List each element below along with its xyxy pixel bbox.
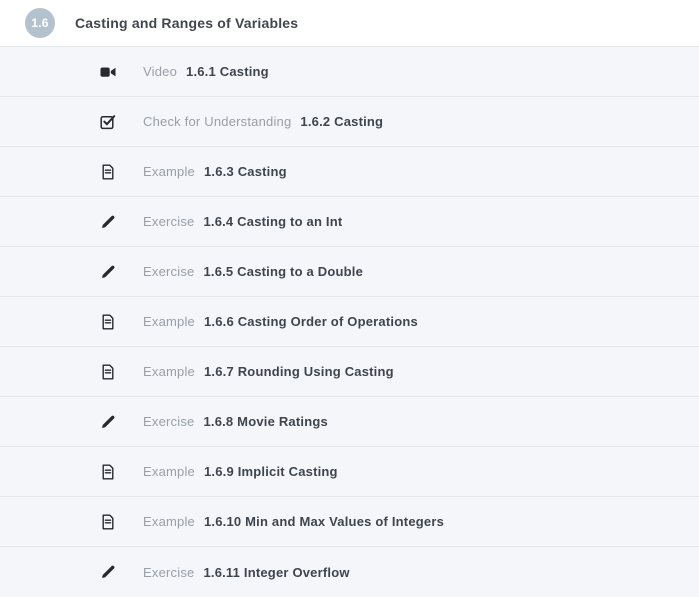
item-title-link[interactable]: 1.6.1 Casting (186, 64, 269, 79)
document-icon (100, 314, 116, 330)
section-title: Casting and Ranges of Variables (75, 15, 298, 31)
item-type-label: Check for Understanding (143, 114, 291, 129)
item-type-label: Video (143, 64, 177, 79)
curriculum-section: 1.6 Casting and Ranges of Variables Vide… (0, 0, 699, 592)
item-title-link[interactable]: 1.6.5 Casting to a Double (203, 264, 363, 279)
pencil-icon (100, 264, 116, 280)
document-icon (100, 364, 116, 380)
lesson-item-row[interactable]: Example 1.6.10 Min and Max Values of Int… (0, 497, 699, 547)
item-title-link[interactable]: 1.6.11 Integer Overflow (203, 565, 349, 580)
item-title-link[interactable]: 1.6.8 Movie Ratings (203, 414, 327, 429)
item-title-link[interactable]: 1.6.6 Casting Order of Operations (204, 314, 418, 329)
section-number-badge: 1.6 (25, 8, 55, 38)
item-type-label: Exercise (143, 565, 194, 580)
item-type-label: Example (143, 514, 195, 529)
item-type-label: Example (143, 314, 195, 329)
lesson-item-row[interactable]: Example 1.6.6 Casting Order of Operation… (0, 297, 699, 347)
pencil-icon (100, 414, 116, 430)
item-type-label: Exercise (143, 264, 194, 279)
item-title-link[interactable]: 1.6.10 Min and Max Values of Integers (204, 514, 444, 529)
item-type-label: Example (143, 164, 195, 179)
item-title-link[interactable]: 1.6.2 Casting (300, 114, 383, 129)
document-icon (100, 514, 116, 530)
lesson-item-row[interactable]: Example 1.6.9 Implicit Casting (0, 447, 699, 497)
item-title-link[interactable]: 1.6.7 Rounding Using Casting (204, 364, 394, 379)
lesson-item-row[interactable]: Exercise 1.6.11 Integer Overflow (0, 547, 699, 597)
document-icon (100, 464, 116, 480)
item-title-link[interactable]: 1.6.3 Casting (204, 164, 287, 179)
lesson-item-row[interactable]: Exercise 1.6.5 Casting to a Double (0, 247, 699, 297)
checkbox-check-icon (100, 114, 116, 130)
item-title-link[interactable]: 1.6.4 Casting to an Int (203, 214, 342, 229)
section-header: 1.6 Casting and Ranges of Variables (0, 0, 699, 47)
lesson-item-row[interactable]: Example 1.6.7 Rounding Using Casting (0, 347, 699, 397)
lesson-item-row[interactable]: Check for Understanding 1.6.2 Casting (0, 97, 699, 147)
video-icon (100, 64, 116, 80)
pencil-icon (100, 214, 116, 230)
lesson-items-list: Video 1.6.1 Casting Check for Understand… (0, 47, 699, 597)
lesson-item-row[interactable]: Example 1.6.3 Casting (0, 147, 699, 197)
document-icon (100, 164, 116, 180)
lesson-item-row[interactable]: Video 1.6.1 Casting (0, 47, 699, 97)
item-type-label: Example (143, 464, 195, 479)
lesson-item-row[interactable]: Exercise 1.6.4 Casting to an Int (0, 197, 699, 247)
item-type-label: Exercise (143, 414, 194, 429)
item-type-label: Exercise (143, 214, 194, 229)
item-type-label: Example (143, 364, 195, 379)
lesson-item-row[interactable]: Exercise 1.6.8 Movie Ratings (0, 397, 699, 447)
item-title-link[interactable]: 1.6.9 Implicit Casting (204, 464, 338, 479)
pencil-icon (100, 564, 116, 580)
